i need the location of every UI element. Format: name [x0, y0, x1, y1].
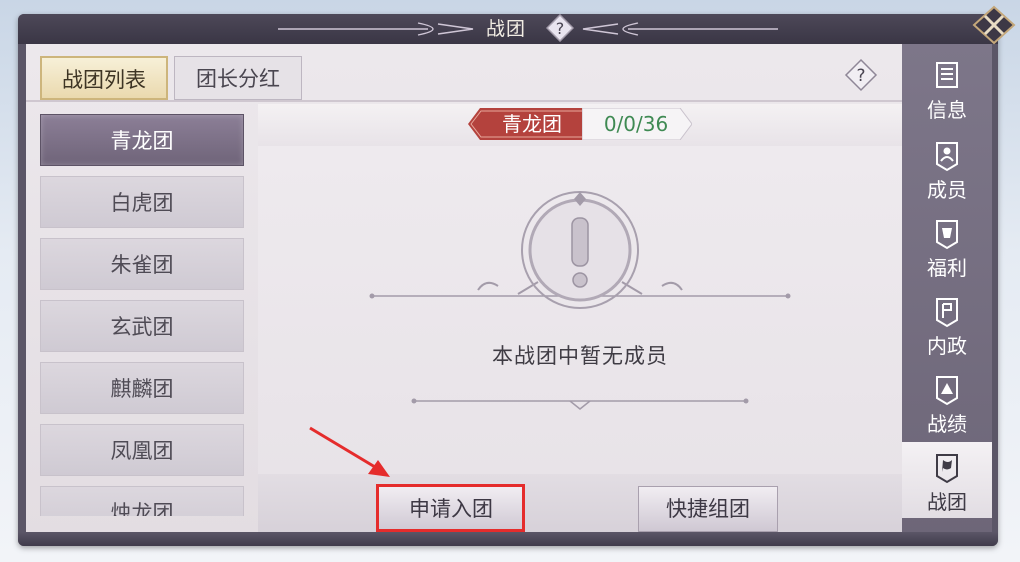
- team-list[interactable]: 青龙团 白虎团 朱雀团 玄武团 麒麟团 凤凰团 烛龙团: [26, 104, 258, 516]
- nav-info[interactable]: 信息: [902, 50, 992, 126]
- nav-record[interactable]: 战绩: [902, 364, 992, 440]
- banner-icon: [936, 454, 958, 484]
- nav-record-label: 战绩: [927, 412, 967, 436]
- action-bar: [258, 474, 902, 538]
- empty-message: 本战团中暂无成员: [492, 344, 668, 368]
- annotation-arrow-icon: [309, 426, 390, 477]
- question-icon[interactable]: ?: [546, 14, 574, 42]
- question-diamond-icon[interactable]: ?: [844, 58, 878, 92]
- close-x-icon[interactable]: [972, 5, 1016, 45]
- nav-info-label: 信息: [927, 98, 967, 122]
- nav-affairs-label: 内政: [927, 334, 967, 358]
- exclamation-icon: [369, 191, 791, 309]
- nav-members[interactable]: 成员: [902, 130, 992, 206]
- nav-team[interactable]: 战团: [902, 442, 992, 518]
- highlight-box: [376, 484, 525, 532]
- nav-members-label: 成员: [927, 178, 967, 202]
- scroll-icon: [936, 62, 958, 88]
- team-list-item-zhulong[interactable]: 烛龙团: [40, 486, 244, 516]
- bottom-frame: [18, 532, 998, 546]
- window-title: 战团: [486, 18, 527, 40]
- title-ornament-left: [278, 22, 474, 36]
- flag-icon: [936, 298, 958, 328]
- divider-ornament: [411, 398, 749, 410]
- nav-welfare-label: 福利: [927, 256, 967, 280]
- title-ornament-right: [582, 22, 778, 36]
- team-list-item-xuanwu[interactable]: 玄武团: [40, 300, 244, 352]
- quick-team-button[interactable]: 快捷组团: [638, 486, 778, 532]
- team-list-item-qilin[interactable]: 麒麟团: [40, 362, 244, 414]
- tab-team-list[interactable]: 战团列表: [40, 56, 168, 100]
- team-list-item-zhuque[interactable]: 朱雀团: [40, 238, 244, 290]
- tab-divider: [26, 100, 902, 102]
- team-list-item-qinglong[interactable]: 青龙团: [40, 114, 244, 166]
- svg-text:?: ?: [856, 66, 865, 86]
- gift-icon: [936, 220, 958, 250]
- medal-icon: [936, 376, 958, 406]
- svg-text:?: ?: [556, 19, 565, 38]
- current-team-name: 青龙团: [502, 112, 562, 136]
- nav-team-label: 战团: [927, 490, 967, 514]
- team-list-item-baihu[interactable]: 白虎团: [40, 176, 244, 228]
- team-list-item-fenghuang[interactable]: 凤凰团: [40, 424, 244, 476]
- members-icon: [936, 142, 958, 172]
- nav-welfare[interactable]: 福利: [902, 208, 992, 284]
- team-member-count: 0/0/36: [603, 112, 669, 136]
- nav-affairs[interactable]: 内政: [902, 286, 992, 362]
- tab-leader-bonus[interactable]: 团长分红: [174, 56, 302, 100]
